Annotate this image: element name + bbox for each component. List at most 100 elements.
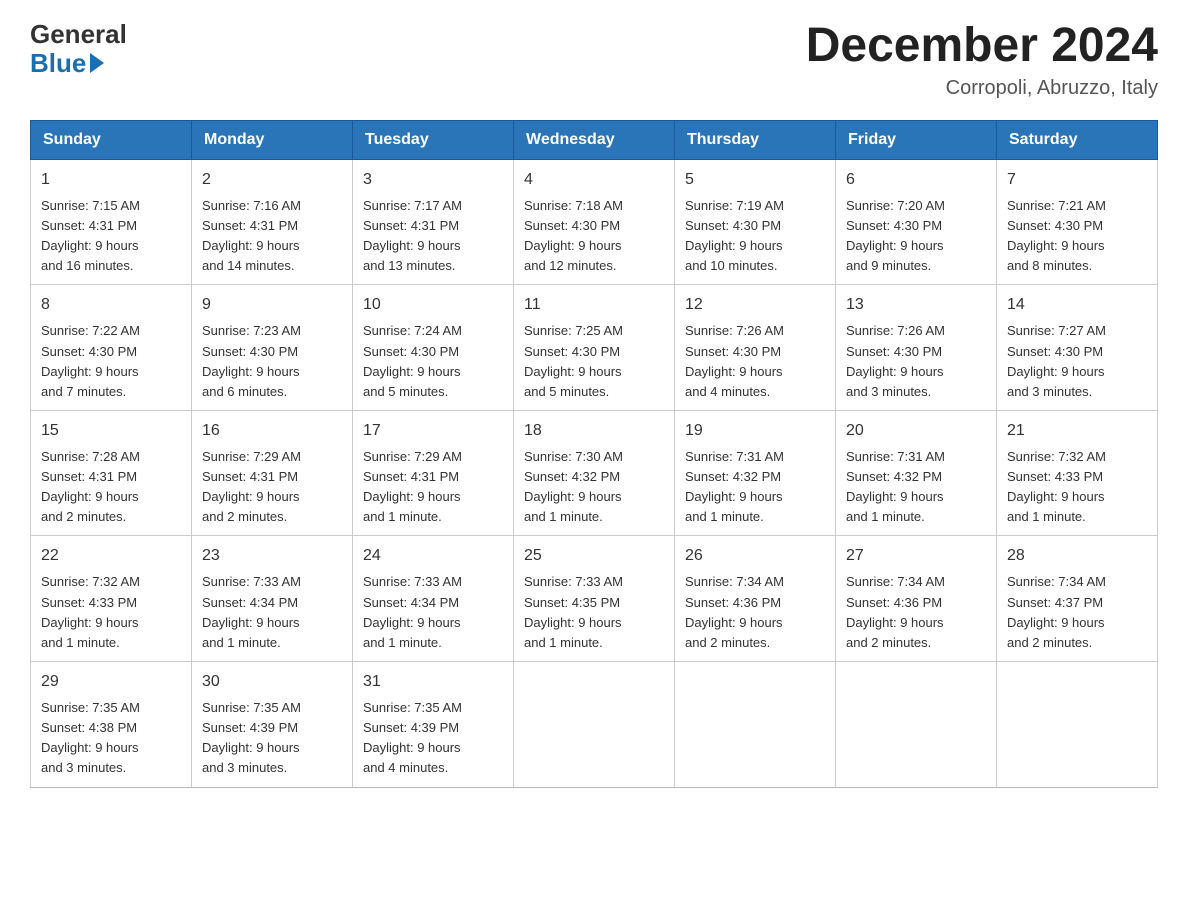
calendar-cell: 4 Sunrise: 7:18 AMSunset: 4:30 PMDayligh… (514, 159, 675, 285)
calendar-cell: 26 Sunrise: 7:34 AMSunset: 4:36 PMDaylig… (675, 536, 836, 662)
day-info: Sunrise: 7:30 AMSunset: 4:32 PMDaylight:… (524, 449, 623, 524)
calendar-cell: 11 Sunrise: 7:25 AMSunset: 4:30 PMDaylig… (514, 285, 675, 411)
day-number: 15 (41, 419, 181, 443)
calendar-cell: 2 Sunrise: 7:16 AMSunset: 4:31 PMDayligh… (192, 159, 353, 285)
day-number: 13 (846, 293, 986, 317)
day-number: 28 (1007, 544, 1147, 568)
header-tuesday: Tuesday (353, 120, 514, 159)
calendar-cell: 24 Sunrise: 7:33 AMSunset: 4:34 PMDaylig… (353, 536, 514, 662)
day-info: Sunrise: 7:29 AMSunset: 4:31 PMDaylight:… (363, 449, 462, 524)
day-number: 18 (524, 419, 664, 443)
calendar-cell (514, 662, 675, 788)
day-info: Sunrise: 7:29 AMSunset: 4:31 PMDaylight:… (202, 449, 301, 524)
calendar-cell: 10 Sunrise: 7:24 AMSunset: 4:30 PMDaylig… (353, 285, 514, 411)
day-info: Sunrise: 7:26 AMSunset: 4:30 PMDaylight:… (685, 323, 784, 398)
logo-general-text: General (30, 20, 127, 49)
day-info: Sunrise: 7:28 AMSunset: 4:31 PMDaylight:… (41, 449, 140, 524)
calendar-cell: 28 Sunrise: 7:34 AMSunset: 4:37 PMDaylig… (997, 536, 1158, 662)
day-info: Sunrise: 7:34 AMSunset: 4:36 PMDaylight:… (846, 574, 945, 649)
calendar-cell: 3 Sunrise: 7:17 AMSunset: 4:31 PMDayligh… (353, 159, 514, 285)
calendar-week-row: 1 Sunrise: 7:15 AMSunset: 4:31 PMDayligh… (31, 159, 1158, 285)
calendar-cell (997, 662, 1158, 788)
page-header: General Blue December 2024 Corropoli, Ab… (30, 20, 1158, 100)
logo: General Blue (30, 20, 127, 77)
calendar-header-row: SundayMondayTuesdayWednesdayThursdayFrid… (31, 120, 1158, 159)
calendar-week-row: 22 Sunrise: 7:32 AMSunset: 4:33 PMDaylig… (31, 536, 1158, 662)
day-info: Sunrise: 7:18 AMSunset: 4:30 PMDaylight:… (524, 198, 623, 273)
header-thursday: Thursday (675, 120, 836, 159)
calendar-cell: 18 Sunrise: 7:30 AMSunset: 4:32 PMDaylig… (514, 410, 675, 536)
day-number: 26 (685, 544, 825, 568)
calendar-cell: 21 Sunrise: 7:32 AMSunset: 4:33 PMDaylig… (997, 410, 1158, 536)
calendar-cell: 29 Sunrise: 7:35 AMSunset: 4:38 PMDaylig… (31, 662, 192, 788)
day-info: Sunrise: 7:33 AMSunset: 4:35 PMDaylight:… (524, 574, 623, 649)
calendar-cell: 25 Sunrise: 7:33 AMSunset: 4:35 PMDaylig… (514, 536, 675, 662)
day-number: 27 (846, 544, 986, 568)
day-number: 9 (202, 293, 342, 317)
calendar-cell: 22 Sunrise: 7:32 AMSunset: 4:33 PMDaylig… (31, 536, 192, 662)
day-number: 19 (685, 419, 825, 443)
calendar-cell: 13 Sunrise: 7:26 AMSunset: 4:30 PMDaylig… (836, 285, 997, 411)
day-number: 8 (41, 293, 181, 317)
day-info: Sunrise: 7:16 AMSunset: 4:31 PMDaylight:… (202, 198, 301, 273)
calendar-week-row: 8 Sunrise: 7:22 AMSunset: 4:30 PMDayligh… (31, 285, 1158, 411)
day-info: Sunrise: 7:32 AMSunset: 4:33 PMDaylight:… (41, 574, 140, 649)
calendar-cell (836, 662, 997, 788)
location-text: Corropoli, Abruzzo, Italy (806, 77, 1158, 100)
calendar-cell: 7 Sunrise: 7:21 AMSunset: 4:30 PMDayligh… (997, 159, 1158, 285)
calendar-cell: 9 Sunrise: 7:23 AMSunset: 4:30 PMDayligh… (192, 285, 353, 411)
day-number: 12 (685, 293, 825, 317)
calendar-cell: 12 Sunrise: 7:26 AMSunset: 4:30 PMDaylig… (675, 285, 836, 411)
calendar-cell: 20 Sunrise: 7:31 AMSunset: 4:32 PMDaylig… (836, 410, 997, 536)
calendar-cell: 19 Sunrise: 7:31 AMSunset: 4:32 PMDaylig… (675, 410, 836, 536)
day-info: Sunrise: 7:15 AMSunset: 4:31 PMDaylight:… (41, 198, 140, 273)
day-info: Sunrise: 7:31 AMSunset: 4:32 PMDaylight:… (685, 449, 784, 524)
calendar-cell (675, 662, 836, 788)
day-info: Sunrise: 7:22 AMSunset: 4:30 PMDaylight:… (41, 323, 140, 398)
day-number: 23 (202, 544, 342, 568)
day-info: Sunrise: 7:35 AMSunset: 4:38 PMDaylight:… (41, 700, 140, 775)
calendar-week-row: 29 Sunrise: 7:35 AMSunset: 4:38 PMDaylig… (31, 662, 1158, 788)
calendar-table: SundayMondayTuesdayWednesdayThursdayFrid… (30, 120, 1158, 788)
day-number: 4 (524, 168, 664, 192)
day-info: Sunrise: 7:24 AMSunset: 4:30 PMDaylight:… (363, 323, 462, 398)
calendar-cell: 17 Sunrise: 7:29 AMSunset: 4:31 PMDaylig… (353, 410, 514, 536)
calendar-cell: 15 Sunrise: 7:28 AMSunset: 4:31 PMDaylig… (31, 410, 192, 536)
title-section: December 2024 Corropoli, Abruzzo, Italy (806, 20, 1158, 100)
day-number: 30 (202, 670, 342, 694)
day-number: 16 (202, 419, 342, 443)
day-info: Sunrise: 7:34 AMSunset: 4:37 PMDaylight:… (1007, 574, 1106, 649)
day-number: 1 (41, 168, 181, 192)
day-info: Sunrise: 7:32 AMSunset: 4:33 PMDaylight:… (1007, 449, 1106, 524)
header-monday: Monday (192, 120, 353, 159)
day-number: 11 (524, 293, 664, 317)
month-title: December 2024 (806, 20, 1158, 73)
day-info: Sunrise: 7:34 AMSunset: 4:36 PMDaylight:… (685, 574, 784, 649)
day-info: Sunrise: 7:27 AMSunset: 4:30 PMDaylight:… (1007, 323, 1106, 398)
header-wednesday: Wednesday (514, 120, 675, 159)
logo-blue-text: Blue (30, 49, 104, 78)
day-number: 21 (1007, 419, 1147, 443)
calendar-cell: 31 Sunrise: 7:35 AMSunset: 4:39 PMDaylig… (353, 662, 514, 788)
day-number: 10 (363, 293, 503, 317)
day-number: 29 (41, 670, 181, 694)
logo-triangle-icon (90, 53, 104, 73)
calendar-cell: 23 Sunrise: 7:33 AMSunset: 4:34 PMDaylig… (192, 536, 353, 662)
day-info: Sunrise: 7:21 AMSunset: 4:30 PMDaylight:… (1007, 198, 1106, 273)
day-number: 31 (363, 670, 503, 694)
day-info: Sunrise: 7:33 AMSunset: 4:34 PMDaylight:… (202, 574, 301, 649)
day-info: Sunrise: 7:35 AMSunset: 4:39 PMDaylight:… (363, 700, 462, 775)
header-friday: Friday (836, 120, 997, 159)
day-info: Sunrise: 7:26 AMSunset: 4:30 PMDaylight:… (846, 323, 945, 398)
day-number: 7 (1007, 168, 1147, 192)
calendar-cell: 30 Sunrise: 7:35 AMSunset: 4:39 PMDaylig… (192, 662, 353, 788)
calendar-cell: 1 Sunrise: 7:15 AMSunset: 4:31 PMDayligh… (31, 159, 192, 285)
day-info: Sunrise: 7:17 AMSunset: 4:31 PMDaylight:… (363, 198, 462, 273)
header-sunday: Sunday (31, 120, 192, 159)
day-number: 25 (524, 544, 664, 568)
day-number: 24 (363, 544, 503, 568)
day-number: 20 (846, 419, 986, 443)
day-info: Sunrise: 7:23 AMSunset: 4:30 PMDaylight:… (202, 323, 301, 398)
day-info: Sunrise: 7:19 AMSunset: 4:30 PMDaylight:… (685, 198, 784, 273)
day-number: 2 (202, 168, 342, 192)
